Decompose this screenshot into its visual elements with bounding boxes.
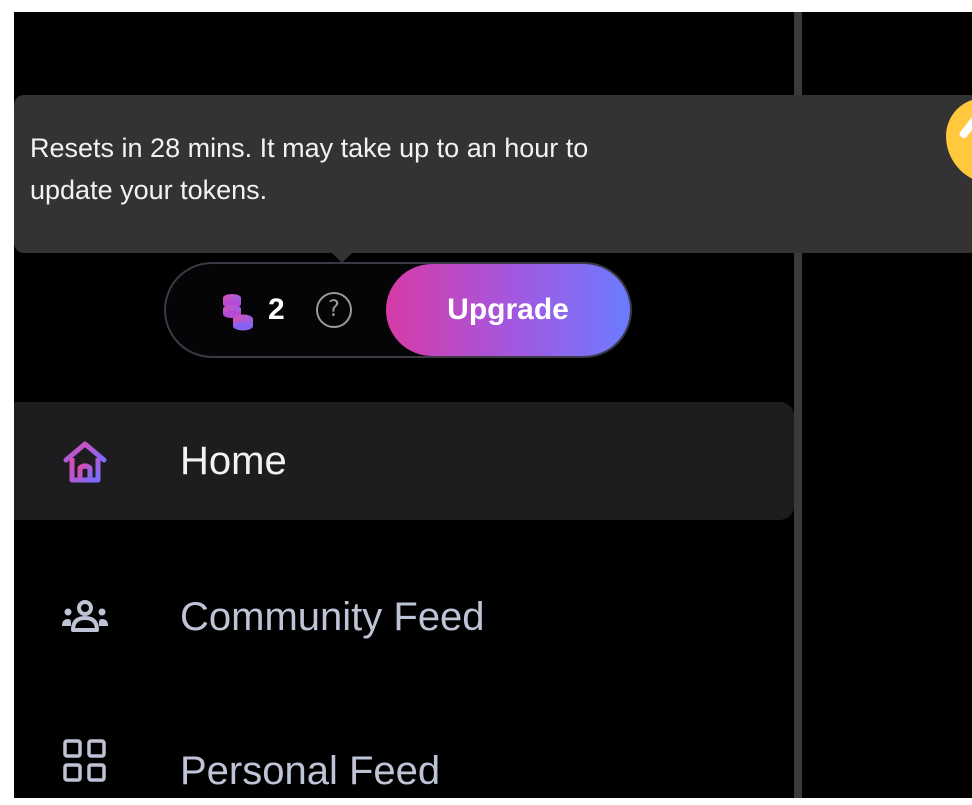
token-count: 2 [268, 293, 285, 326]
help-icon[interactable]: ? [316, 292, 352, 328]
tooltip-line-1: Resets in 28 mins. It may take up to an … [30, 133, 589, 163]
sidebar-item-home-label: Home [180, 439, 287, 483]
users-icon [62, 600, 108, 632]
tooltip-arrow [330, 251, 354, 263]
grid-icon [63, 739, 106, 782]
home-icon [63, 441, 107, 483]
token-reset-tooltip: Resets in 28 mins. It may take up to an … [14, 95, 972, 253]
app-sidebar: Resets in 28 mins. It may take up to an … [14, 12, 972, 798]
token-balance-pill: 2 ? Upgrade [164, 262, 632, 358]
sidebar-item-community-feed[interactable]: Community Feed [14, 558, 794, 676]
sidebar-item-community-feed-label: Community Feed [180, 595, 485, 639]
coins-icon [223, 294, 253, 331]
upgrade-button[interactable]: Upgrade [386, 264, 630, 356]
sidebar-item-personal-feed[interactable]: Personal Feed [14, 712, 794, 798]
tooltip-line-2: update your tokens. [30, 175, 268, 205]
screenshot-frame: Resets in 28 mins. It may take up to an … [0, 0, 972, 805]
sidebar-item-personal-feed-label: Personal Feed [180, 749, 441, 793]
tooltip-text: Resets in 28 mins. It may take up to an … [30, 127, 910, 211]
sidebar-item-home[interactable]: Home [14, 402, 794, 520]
